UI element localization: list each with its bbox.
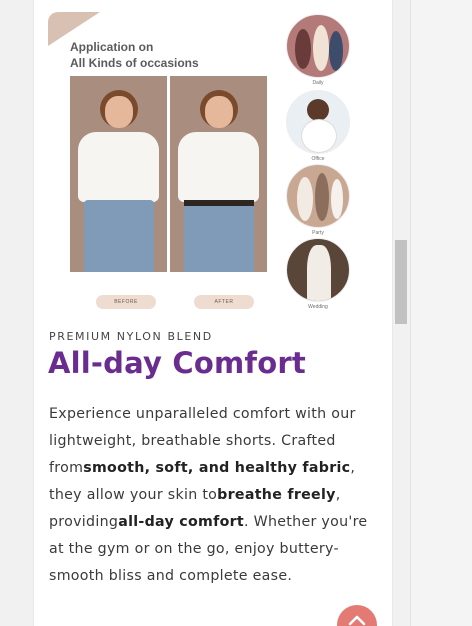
before-tag: BEFORE [96, 295, 156, 309]
occasion-office: Office [286, 90, 350, 162]
image-heading: Application on All Kinds of occasions [70, 39, 250, 71]
before-photo [70, 76, 167, 272]
occasion-daily: Daily [286, 14, 350, 86]
occasion-label: Wedding [308, 304, 328, 310]
occasion-photo [286, 164, 350, 228]
section-title: All-day Comfort [48, 346, 306, 380]
model-top [178, 132, 259, 202]
section-eyebrow: PREMIUM NYLON BLEND [49, 330, 213, 343]
model-belt [184, 200, 254, 206]
body-emphasis: breathe freely [217, 487, 336, 503]
occasion-wedding: Wedding [286, 238, 350, 310]
product-image: Application on All Kinds of occasions BE… [48, 12, 358, 312]
image-heading-line2: All Kinds of occasions [70, 56, 199, 70]
body-emphasis: smooth, soft, and healthy fabric [83, 460, 351, 476]
model-jeans [184, 200, 254, 272]
scrollbar-thumb[interactable] [395, 240, 407, 324]
right-pane [410, 0, 472, 626]
image-heading-line1: Application on [70, 40, 154, 54]
section-body: Experience unparalleled comfort with our… [49, 401, 375, 590]
occasion-label: Party [312, 230, 324, 236]
model-head [205, 96, 233, 128]
chevron-up-icon [348, 615, 366, 626]
occasion-photo [286, 238, 350, 302]
occasion-party: Party [286, 164, 350, 236]
body-emphasis: all-day comfort [118, 514, 245, 530]
model-jeans [84, 200, 154, 272]
occasion-label: Office [311, 156, 325, 162]
model-head [105, 96, 133, 128]
after-tag: AFTER [194, 295, 254, 309]
model-top [78, 132, 159, 202]
after-photo [170, 76, 267, 272]
occasion-label: Daily [312, 80, 324, 86]
occasion-photo [286, 14, 350, 78]
occasion-photo [286, 90, 350, 154]
